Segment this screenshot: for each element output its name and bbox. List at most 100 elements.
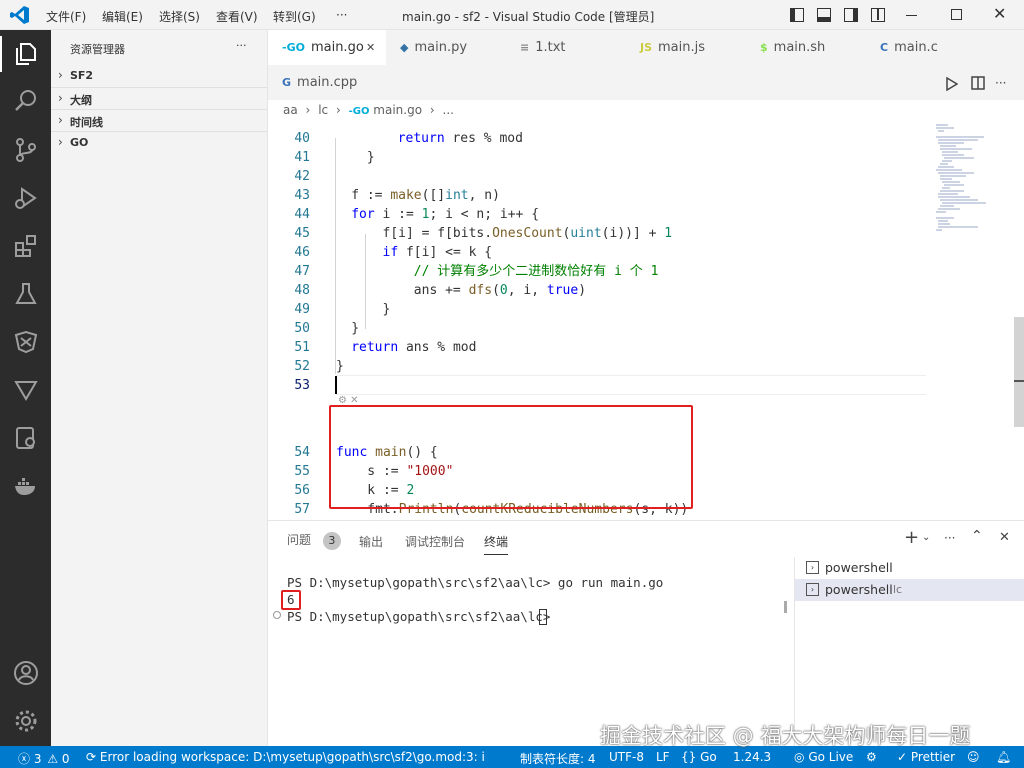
customize-layout-icon[interactable] bbox=[871, 8, 885, 22]
editor-more-button[interactable]: ··· bbox=[995, 76, 1006, 90]
breadcrumb-item[interactable]: aa bbox=[283, 103, 298, 117]
tab-label: main.cpp bbox=[297, 75, 358, 90]
breadcrumb-item[interactable]: lc bbox=[318, 103, 328, 117]
panel-tab-problems[interactable]: 问题 3 bbox=[287, 531, 341, 550]
settings-gear-icon[interactable] bbox=[13, 708, 39, 734]
tab-main-cpp[interactable]: G main.cpp bbox=[268, 65, 368, 100]
workspace-error-status[interactable]: ⟳ Error loading workspace: D:\mysetup\go… bbox=[86, 750, 486, 764]
prettier-status[interactable]: ✓ Prettier bbox=[897, 750, 955, 764]
code-token: ([] bbox=[421, 188, 446, 203]
gitlens-icon[interactable] bbox=[13, 377, 39, 403]
tab-main-go[interactable]: -GO main.go ✕ bbox=[268, 30, 386, 65]
terminal-list-item-selected[interactable]: › powershell lc bbox=[795, 579, 1024, 601]
account-icon[interactable] bbox=[13, 660, 39, 686]
breadcrumb-item[interactable]: ... bbox=[443, 103, 454, 117]
sidebar-more-button[interactable]: ··· bbox=[236, 39, 247, 52]
close-icon[interactable]: ✕ bbox=[366, 41, 375, 54]
explorer-icon[interactable] bbox=[13, 41, 39, 67]
maximize-panel-icon[interactable]: ⌃ bbox=[971, 528, 983, 544]
docker-icon[interactable] bbox=[13, 473, 39, 499]
highlight-box bbox=[329, 405, 693, 509]
line-number: 46 bbox=[294, 245, 310, 260]
code-token: f[i] <= k { bbox=[405, 245, 493, 260]
tab-1-txt[interactable]: ≡ 1.txt bbox=[506, 30, 626, 65]
sidebar-section-go[interactable]: › GO bbox=[51, 132, 267, 154]
sidebar-title: 资源管理器 bbox=[70, 43, 125, 56]
extensions-icon[interactable] bbox=[13, 233, 39, 259]
encoding-status[interactable]: UTF-8 bbox=[609, 750, 644, 764]
chevron-right-icon: › bbox=[58, 91, 63, 105]
sidebar-section-timeline[interactable]: › 时间线 bbox=[51, 110, 267, 132]
line-number: 49 bbox=[294, 302, 310, 317]
feedback-icon[interactable]: ☺ bbox=[967, 750, 980, 764]
code-token: ans += bbox=[351, 283, 469, 298]
toggle-sidebar-icon[interactable] bbox=[790, 8, 804, 22]
code-token: for bbox=[351, 207, 383, 222]
terminal-decoration-icon bbox=[273, 611, 281, 619]
run-debug-icon[interactable] bbox=[13, 185, 39, 211]
code-token: if bbox=[382, 245, 406, 260]
sidebar-section-outline[interactable]: › 大纲 bbox=[51, 88, 267, 110]
go-live-status[interactable]: ◎ Go Live bbox=[794, 750, 853, 764]
notifications-bell-icon[interactable]: 🔔︎ bbox=[996, 750, 1011, 764]
tab-main-js[interactable]: JS main.js bbox=[626, 30, 746, 65]
tab-main-sh[interactable]: $ main.sh bbox=[746, 30, 866, 65]
breadcrumb-item[interactable]: main.go bbox=[373, 103, 422, 117]
tab-main-py[interactable]: ◆ main.py bbox=[386, 30, 506, 65]
source-control-icon[interactable] bbox=[13, 137, 39, 163]
terminal[interactable]: PS D:\mysetup\gopath\src\sf2\aa\lc> go r… bbox=[268, 571, 788, 741]
panel-tab-output[interactable]: 输出 bbox=[359, 533, 383, 550]
toggle-panel-icon[interactable] bbox=[817, 8, 831, 22]
panel-tab-terminal[interactable]: 终端 bbox=[484, 533, 509, 555]
menu-goto[interactable]: 转到(G) bbox=[273, 8, 316, 25]
close-window-icon[interactable]: ✕ bbox=[993, 4, 1006, 23]
status-message: Error loading workspace: D:\mysetup\gopa… bbox=[99, 750, 486, 764]
breadcrumb: aa › lc › -GO main.go › ... bbox=[283, 103, 454, 117]
testing-icon[interactable] bbox=[13, 281, 39, 307]
go-version-status[interactable]: 1.24.3 bbox=[733, 750, 771, 764]
chevron-right-icon: › bbox=[58, 135, 63, 149]
menu-view[interactable]: 查看(V) bbox=[216, 8, 258, 25]
scrollbar-thumb[interactable] bbox=[1014, 317, 1024, 427]
golang-extension-icon[interactable] bbox=[13, 329, 39, 355]
remote-explorer-icon[interactable] bbox=[13, 425, 39, 451]
chevron-down-icon[interactable]: ⌄ bbox=[922, 532, 930, 543]
shell-file-icon: $ bbox=[760, 41, 768, 54]
language-mode-status[interactable]: {} Go bbox=[681, 750, 717, 764]
code-text: return res % mod bbox=[366, 129, 523, 148]
problems-status[interactable]: ⓧ 3 ⚠ 0 bbox=[18, 750, 70, 767]
tab-label: main.js bbox=[658, 40, 706, 55]
code-token: f := bbox=[351, 188, 391, 203]
menu-file[interactable]: 文件(F) bbox=[46, 8, 86, 25]
terminal-cursor bbox=[539, 609, 547, 625]
eol-status[interactable]: LF bbox=[656, 750, 670, 764]
copilot-icon[interactable]: ⚙ bbox=[866, 750, 877, 764]
window-title: main.go - sf2 - Visual Studio Code [管理员] bbox=[402, 10, 655, 24]
code-token: 1 bbox=[664, 226, 673, 241]
terminal-name: powershell bbox=[825, 560, 893, 575]
line-number: 41 bbox=[294, 150, 310, 165]
menu-edit[interactable]: 编辑(E) bbox=[102, 8, 143, 25]
sidebar-section-sf2[interactable]: › SF2 bbox=[51, 65, 267, 87]
warning-count: 0 bbox=[61, 752, 70, 766]
menu-selection[interactable]: 选择(S) bbox=[159, 8, 200, 25]
code-token: make bbox=[390, 188, 422, 203]
tab-size-status[interactable]: 制表符长度: 4 bbox=[520, 750, 596, 767]
panel-more-button[interactable]: ··· bbox=[944, 531, 955, 545]
line-number: 45 bbox=[294, 226, 310, 241]
run-file-icon[interactable] bbox=[946, 77, 958, 91]
line-number: 44 bbox=[294, 207, 310, 222]
terminal-list-item[interactable]: › powershell bbox=[795, 557, 1024, 579]
toggle-secondary-sidebar-icon[interactable] bbox=[844, 8, 858, 22]
search-icon[interactable] bbox=[13, 88, 39, 114]
split-editor-icon[interactable] bbox=[971, 76, 985, 90]
menu-more[interactable]: ··· bbox=[336, 8, 347, 22]
new-terminal-button[interactable]: + bbox=[904, 527, 919, 548]
maximize-icon[interactable] bbox=[951, 9, 962, 20]
tab-main-c[interactable]: C main.c bbox=[866, 30, 986, 65]
minimap[interactable] bbox=[934, 123, 1014, 243]
minimize-icon[interactable] bbox=[906, 15, 917, 16]
close-panel-icon[interactable]: ✕ bbox=[999, 530, 1010, 545]
panel-tab-debug-console[interactable]: 调试控制台 bbox=[405, 533, 465, 550]
go-file-icon: -GO bbox=[348, 106, 370, 117]
